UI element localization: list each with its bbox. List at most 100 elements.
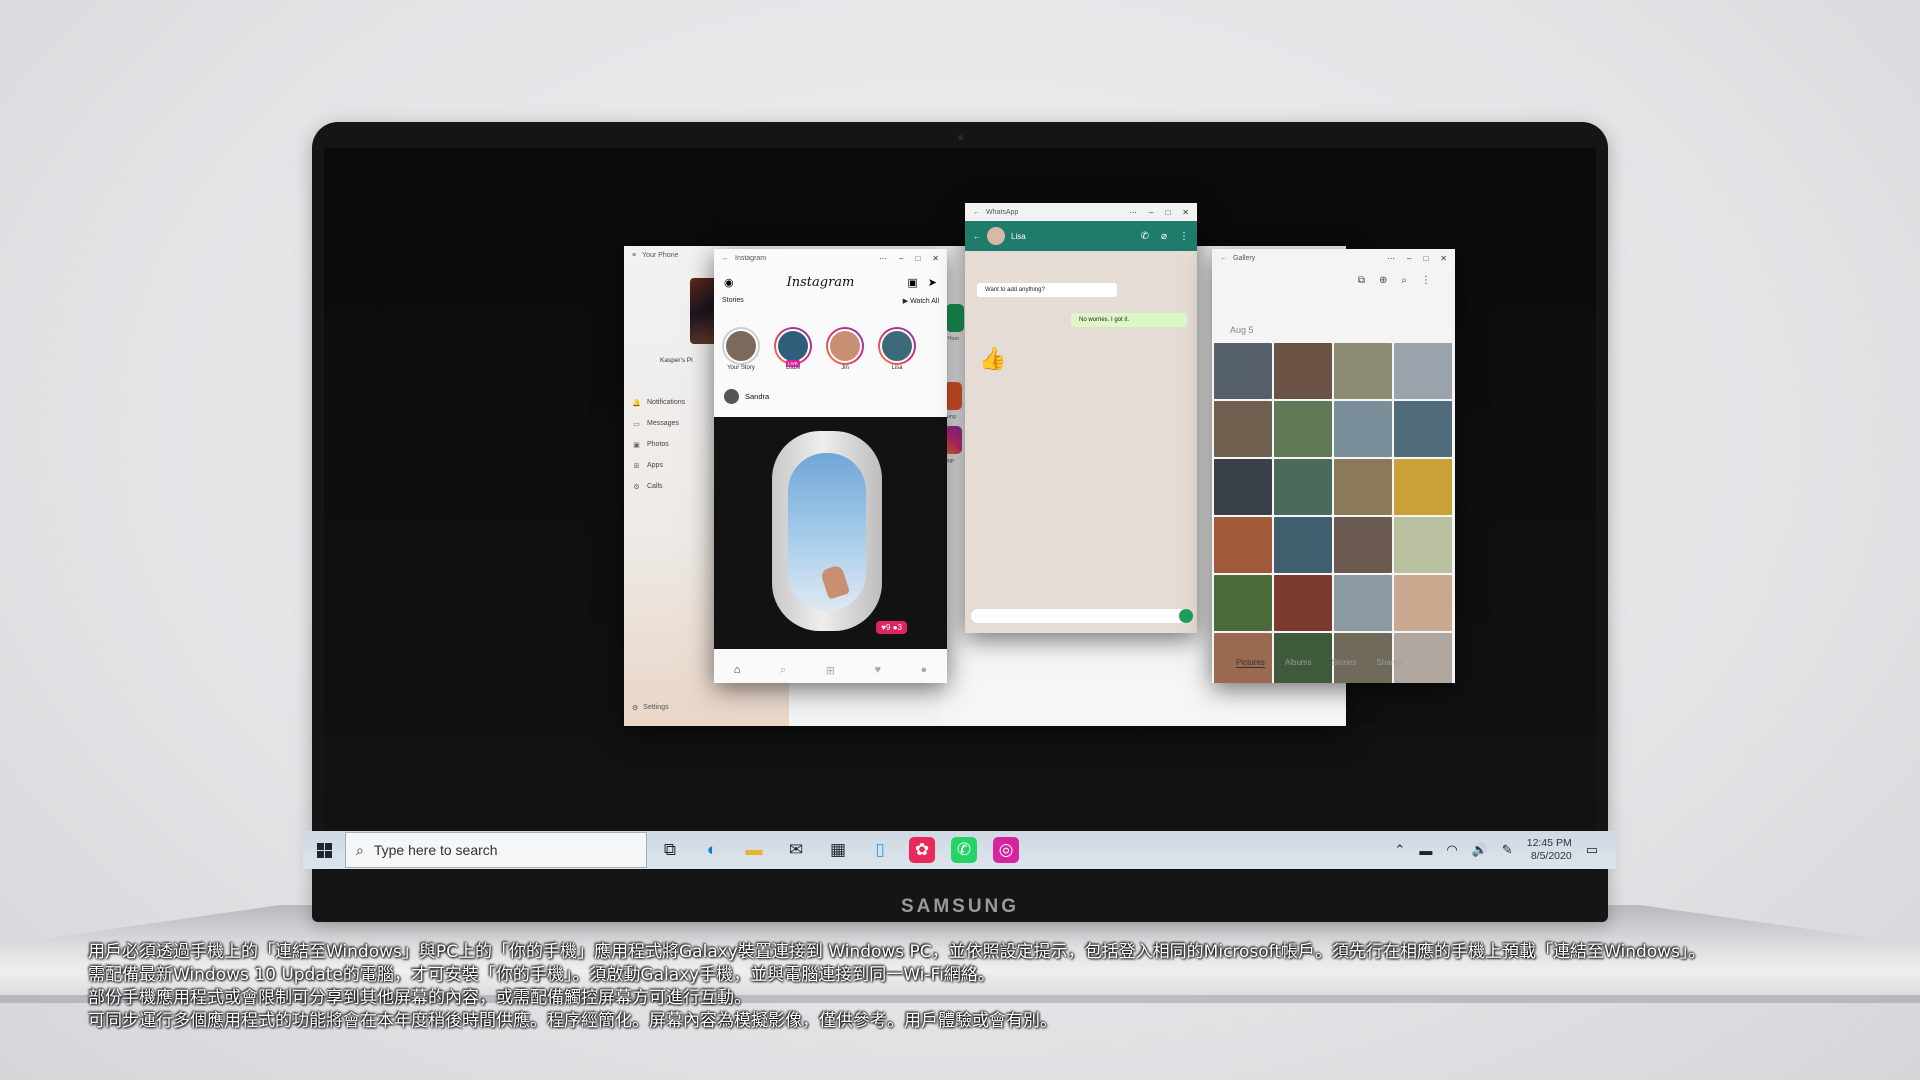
samsung-flower-icon[interactable]: ✿: [909, 837, 935, 863]
igtv-icon[interactable]: ▣: [907, 276, 917, 289]
more-icon[interactable]: ⋯: [879, 254, 887, 263]
tab-albums[interactable]: Albums: [1285, 658, 1312, 668]
story-item[interactable]: Jin: [826, 327, 864, 371]
mail-icon[interactable]: ✉: [783, 837, 809, 863]
sidebar-item-calls[interactable]: ⚙ Calls: [632, 476, 685, 497]
photo-thumbnail[interactable]: [1394, 401, 1452, 457]
kebab-menu-icon[interactable]: ⋮: [1421, 275, 1431, 286]
gallery-window[interactable]: ← Gallery ⋯ – □ ✕ ⧉ ⊕ ⌕ ⋮ Aug 5 Pictures Alb…: [1212, 249, 1455, 683]
post-image[interactable]: ♥9 ●3: [714, 417, 947, 649]
whatsapp-icon[interactable]: ✆: [951, 837, 977, 863]
task-view-icon[interactable]: ⧉: [657, 837, 683, 863]
watch-all-button[interactable]: ▶ Watch All: [903, 297, 939, 305]
photo-thumbnail[interactable]: [1214, 343, 1272, 399]
photo-thumbnail[interactable]: [1274, 459, 1332, 515]
phone-app-icon[interactable]: [946, 304, 964, 332]
search-icon[interactable]: ⌕: [780, 664, 786, 677]
photo-thumbnail[interactable]: [1394, 459, 1452, 515]
profile-icon[interactable]: ●: [921, 664, 928, 676]
action-center-icon[interactable]: ▭: [1586, 842, 1598, 858]
instagram-window[interactable]: ← Instagram ⋯ – □ ✕ ◉ Instagram ▣ ➤ Stories…: [714, 249, 947, 683]
home-icon[interactable]: ⌂: [734, 664, 741, 676]
copy-icon[interactable]: ⧉: [1358, 275, 1365, 286]
close-icon[interactable]: ✕: [932, 254, 939, 263]
tab-shared[interactable]: Shared: [1377, 658, 1403, 668]
sidebar-item-photos[interactable]: ▣ Photos: [632, 434, 685, 455]
photo-thumbnail[interactable]: [1394, 575, 1452, 631]
hamburger-icon[interactable]: ≡: [632, 252, 636, 259]
photo-thumbnail[interactable]: [1274, 517, 1332, 573]
photo-thumbnail[interactable]: [1214, 575, 1272, 631]
pen-icon[interactable]: ✎: [1502, 842, 1513, 858]
call-icon[interactable]: ✆: [1141, 231, 1149, 242]
battery-icon[interactable]: ▬: [1419, 843, 1432, 858]
kebab-menu-icon[interactable]: ⋮: [1179, 231, 1189, 242]
add-post-icon[interactable]: ⊞: [826, 664, 835, 677]
photo-thumbnail[interactable]: [1394, 633, 1452, 683]
instagram-icon[interactable]: ◎: [993, 837, 1019, 863]
edge-icon[interactable]: ◐: [699, 837, 725, 863]
sidebar-item-messages[interactable]: ▭ Messages: [632, 413, 685, 434]
photo-thumbnail[interactable]: [1274, 343, 1332, 399]
photo-thumbnail[interactable]: [1274, 575, 1332, 631]
chat-header: ← Lisa ✆ ⌀ ⋮: [965, 221, 1197, 251]
sidebar-item-notifications[interactable]: 🔔 Notifications: [632, 392, 685, 413]
volume-icon[interactable]: 🔊: [1472, 842, 1488, 858]
close-icon[interactable]: ✕: [1440, 254, 1447, 263]
photo-thumbnail[interactable]: [1334, 517, 1392, 573]
back-arrow-icon[interactable]: ←: [973, 209, 980, 216]
close-icon[interactable]: ✕: [1182, 208, 1189, 217]
maximize-icon[interactable]: □: [1165, 208, 1170, 217]
post-author[interactable]: Sandra: [724, 389, 769, 404]
activity-badge: ♥9 ●3: [876, 621, 907, 634]
clock[interactable]: 12:45 PM 8/5/2020: [1527, 837, 1572, 863]
tab-stories[interactable]: Stories: [1332, 658, 1357, 668]
chevron-up-icon[interactable]: ⌃: [1394, 842, 1405, 858]
photo-thumbnail[interactable]: [1334, 343, 1392, 399]
maximize-icon[interactable]: □: [915, 254, 920, 263]
photo-thumbnail[interactable]: [1334, 401, 1392, 457]
photo-thumbnail[interactable]: [1214, 401, 1272, 457]
photo-thumbnail[interactable]: [1214, 517, 1272, 573]
direct-message-icon[interactable]: ➤: [928, 276, 937, 289]
settings-link[interactable]: ⚙ Settings: [632, 704, 669, 712]
tab-pictures[interactable]: Pictures: [1236, 658, 1265, 668]
search-icon[interactable]: ⌕: [1401, 275, 1407, 286]
attach-icon[interactable]: ⌀: [1161, 231, 1167, 242]
story-item[interactable]: Lisa: [878, 327, 916, 371]
back-arrow-icon[interactable]: ←: [1220, 255, 1227, 262]
more-icon[interactable]: ⋯: [1387, 254, 1395, 263]
photo-thumbnail[interactable]: [1334, 459, 1392, 515]
wifi-icon[interactable]: ◠: [1446, 842, 1457, 858]
search-input[interactable]: ⌕ Type here to search: [345, 832, 647, 868]
whatsapp-window[interactable]: ← WhatsApp ⋯ – □ ✕ ← Lisa ✆ ⌀ ⋮ Want to add…: [965, 203, 1197, 633]
start-button[interactable]: [303, 831, 345, 869]
photo-thumbnail[interactable]: [1274, 401, 1332, 457]
camera-icon[interactable]: ◉: [724, 276, 734, 289]
clock-date: 8/5/2020: [1530, 850, 1572, 862]
photo-thumbnail[interactable]: [1214, 459, 1272, 515]
minimize-icon[interactable]: –: [1407, 254, 1411, 263]
photo-thumbnail[interactable]: [1334, 575, 1392, 631]
back-arrow-icon[interactable]: ←: [973, 232, 981, 241]
heart-icon[interactable]: ♥: [874, 664, 881, 676]
sidebar-item-apps[interactable]: ⊞ Apps: [632, 455, 685, 476]
back-arrow-icon[interactable]: ←: [722, 255, 729, 262]
avatar: [724, 389, 739, 404]
send-icon[interactable]: [1179, 609, 1193, 623]
your-phone-icon[interactable]: ▯: [867, 837, 893, 863]
gallery-titlebar: ← Gallery ⋯ – □ ✕: [1212, 249, 1455, 267]
message-input[interactable]: [971, 609, 1191, 623]
photo-thumbnail[interactable]: [1394, 343, 1452, 399]
story-item[interactable]: Your Story: [722, 327, 760, 371]
store-icon[interactable]: ▦: [825, 837, 851, 863]
minimize-icon[interactable]: –: [1149, 208, 1153, 217]
photo-thumbnail[interactable]: [1394, 517, 1452, 573]
gallery-window-title: Gallery: [1233, 254, 1256, 262]
more-icon[interactable]: ⋯: [1129, 208, 1137, 217]
maximize-icon[interactable]: □: [1423, 254, 1428, 263]
story-item[interactable]: LIVE Gabe: [774, 327, 812, 371]
add-album-icon[interactable]: ⊕: [1379, 275, 1387, 286]
file-explorer-icon[interactable]: ▬: [741, 837, 767, 863]
minimize-icon[interactable]: –: [899, 254, 903, 263]
